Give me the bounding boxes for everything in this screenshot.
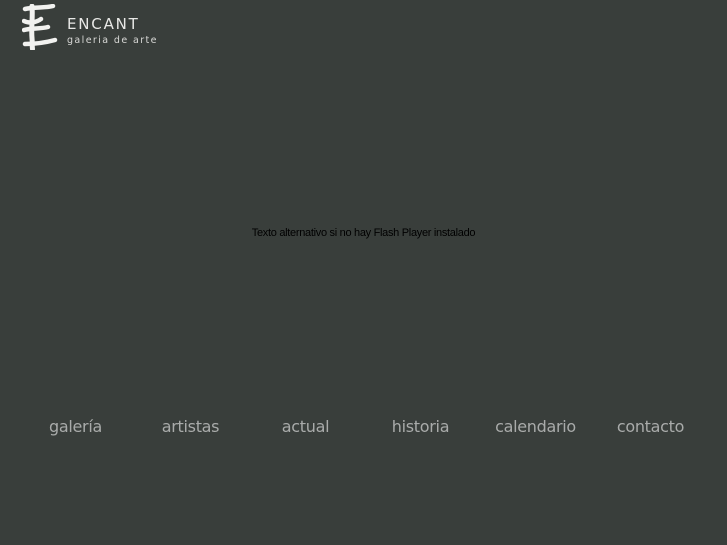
nav-item-artistas[interactable]: artistas	[133, 417, 248, 436]
brand-tagline: galeria de arte	[67, 35, 158, 46]
encant-e-logo-icon	[22, 4, 58, 50]
nav-item-contacto[interactable]: contacto	[593, 417, 708, 436]
nav-item-historia[interactable]: historia	[363, 417, 478, 436]
flash-fallback-text: Texto alternativo si no hay Flash Player…	[251, 227, 476, 239]
nav-item-galeria[interactable]: galería	[18, 417, 133, 436]
nav-item-calendario[interactable]: calendario	[478, 417, 593, 436]
brand-name: ENCANT	[67, 15, 140, 33]
main-nav: galería artistas actual historia calenda…	[18, 417, 708, 439]
nav-item-actual[interactable]: actual	[248, 417, 363, 436]
site-logo[interactable]: ENCANT galeria de arte	[22, 4, 172, 52]
